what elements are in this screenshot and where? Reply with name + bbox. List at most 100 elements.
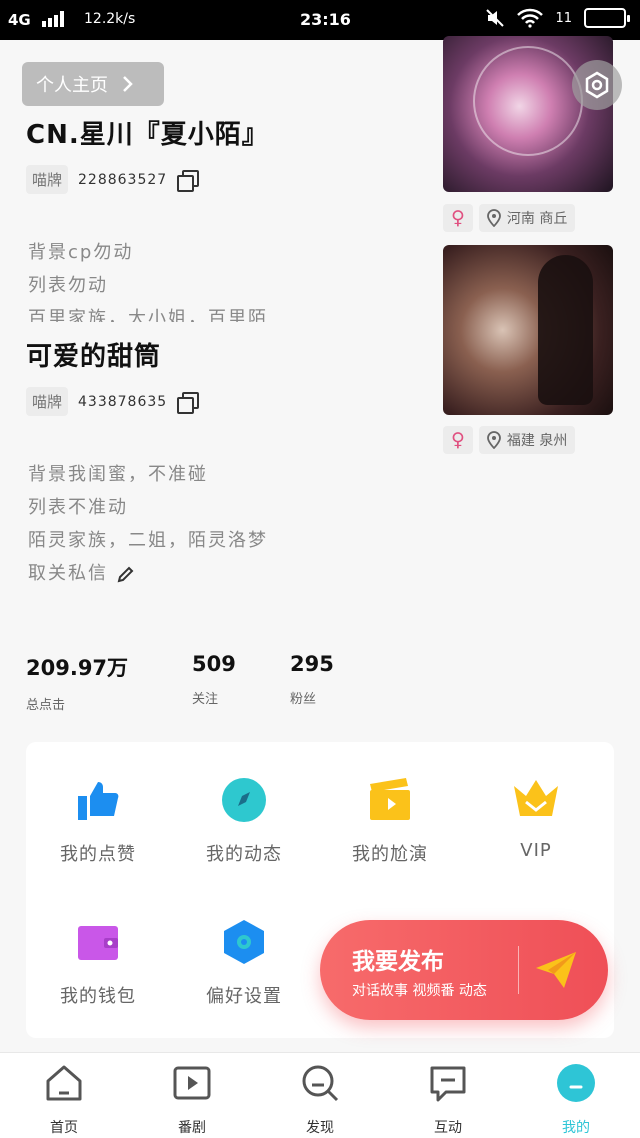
stat-value: 509 <box>192 652 236 676</box>
hexagon-settings-icon <box>585 71 609 99</box>
location-text: 河南 商丘 <box>506 211 568 227</box>
location-chip: 福建 泉州 <box>478 426 576 454</box>
paper-plane-icon <box>536 952 576 988</box>
figure-silhouette <box>538 255 593 405</box>
mute-icon <box>486 9 505 27</box>
bio-line: 百里家族，大小姐，百里陌 <box>28 308 268 322</box>
stat-followers[interactable]: 295 粉丝 <box>290 652 334 707</box>
bio-line-with-icon: 取关私信 <box>28 557 268 590</box>
profile-block-1: CN.星川『夏小陌』 喵牌 228863527 <box>26 114 269 194</box>
tab-label: 首页 <box>50 1120 78 1136</box>
bottom-tab-bar: 首页 番剧 发现 互动 我的 <box>0 1052 640 1138</box>
profile-name: CN.星川『夏小陌』 <box>26 120 269 150</box>
preferences-button[interactable]: 偏好设置 <box>174 918 314 1008</box>
tab-discover[interactable]: 发现 <box>280 1063 360 1137</box>
feature-label: 我的动态 <box>206 844 282 865</box>
profile-page: 个人主页 CN.星川『夏小陌』 喵牌 228863527 背景cp勿动 列表勿动… <box>0 36 640 1052</box>
clock: 23:16 <box>300 10 351 29</box>
profile-photo-1[interactable] <box>443 36 613 192</box>
profile-photo-2[interactable] <box>443 245 613 415</box>
bio-2: 背景我闺蜜，不准碰 列表不准动 陌灵家族，二姐，陌灵洛梦 取关私信 <box>28 458 268 590</box>
gender-badge: ♀ <box>443 426 473 454</box>
vip-button[interactable]: VIP <box>466 776 606 861</box>
profile-block-2: 可爱的甜筒 喵牌 433878635 <box>26 336 200 416</box>
network-type: 4G <box>8 11 31 29</box>
profile-info-row-2: ♀ 福建 泉州 <box>443 426 576 454</box>
wifi-icon <box>517 8 544 28</box>
location-pin-icon <box>487 209 501 227</box>
profile-name: 可爱的甜筒 <box>26 342 162 372</box>
compass-icon <box>222 778 266 822</box>
gender-badge: ♀ <box>443 204 473 232</box>
stat-value: 209.97万 <box>26 656 129 680</box>
publish-subtitle: 对话故事 视频番 动态 <box>352 983 487 999</box>
stat-total-clicks[interactable]: 209.97万 总点击 <box>26 652 128 713</box>
stats-row: 209.97万 总点击 509 关注 295 粉丝 <box>26 652 386 713</box>
bio-1: 背景cp勿动 列表勿动 百里家族，大小姐，百里陌 <box>28 236 268 322</box>
edit-pencil-icon[interactable] <box>116 564 136 584</box>
my-performance-button[interactable]: 我的尬演 <box>320 776 460 866</box>
stat-label: 粉丝 <box>290 692 317 707</box>
battery-icon <box>584 8 630 28</box>
search-icon <box>302 1065 339 1102</box>
id-tag: 喵牌 <box>26 387 69 416</box>
feature-label: 偏好设置 <box>206 986 282 1007</box>
publish-divider <box>518 946 519 994</box>
home-button-label: 个人主页 <box>36 75 108 96</box>
profile-info-row-1: ♀ 河南 商丘 <box>443 204 576 232</box>
crown-icon <box>514 780 558 816</box>
battery-level: 11 <box>555 10 572 26</box>
stat-label: 关注 <box>192 692 219 707</box>
my-posts-button[interactable]: 我的动态 <box>174 776 314 866</box>
id-row: 喵牌 228863527 <box>26 165 269 194</box>
play-icon <box>173 1066 211 1100</box>
feature-label: 我的点赞 <box>60 844 136 865</box>
wallet-icon <box>78 926 118 960</box>
personal-home-button[interactable]: 个人主页 <box>22 62 164 106</box>
location-pin-icon <box>487 431 501 449</box>
feature-label: 我的尬演 <box>352 844 428 865</box>
publish-title: 我要发布 <box>352 949 444 975</box>
user-id: 228863527 <box>78 171 168 188</box>
copy-icon[interactable] <box>177 391 200 414</box>
my-wallet-button[interactable]: 我的钱包 <box>28 918 168 1008</box>
feature-label: VIP <box>520 840 552 861</box>
copy-icon[interactable] <box>177 169 200 192</box>
my-likes-button[interactable]: 我的点赞 <box>28 776 168 866</box>
tab-interaction[interactable]: 互动 <box>408 1063 488 1137</box>
profile-icon <box>557 1064 595 1102</box>
tab-label: 我的 <box>562 1120 590 1136</box>
chevron-right-icon <box>123 76 133 92</box>
hexagon-settings-icon <box>224 920 264 964</box>
tab-me[interactable]: 我的 <box>536 1063 616 1137</box>
network-speed: 12.2k/s <box>84 11 136 27</box>
home-icon <box>46 1065 82 1101</box>
tab-label: 发现 <box>306 1120 334 1136</box>
tab-home[interactable]: 首页 <box>24 1063 104 1137</box>
user-id: 433878635 <box>78 393 168 410</box>
tab-anime[interactable]: 番剧 <box>152 1063 232 1137</box>
bio-line: 列表勿动 <box>28 275 108 296</box>
tab-label: 番剧 <box>178 1120 206 1136</box>
bio-line: 陌灵家族，二姐，陌灵洛梦 <box>28 530 268 551</box>
id-tag: 喵牌 <box>26 165 69 194</box>
signal-icon <box>42 11 64 27</box>
tab-label: 互动 <box>434 1120 462 1136</box>
bio-line: 列表不准动 <box>28 497 128 518</box>
feature-label: 我的钱包 <box>60 986 136 1007</box>
chat-icon <box>430 1066 466 1102</box>
publish-button[interactable]: 我要发布 对话故事 视频番 动态 <box>320 920 608 1020</box>
id-row: 喵牌 433878635 <box>26 387 200 416</box>
settings-button[interactable] <box>572 60 622 110</box>
bio-line: 背景cp勿动 <box>28 242 134 263</box>
decoration-ring <box>473 46 583 156</box>
status-bar: 4G 12.2k/s 23:16 11 <box>0 0 640 40</box>
thumbs-up-icon <box>78 782 119 820</box>
stat-value: 295 <box>290 652 334 676</box>
clapperboard-icon <box>370 778 410 820</box>
bio-line: 背景我闺蜜，不准碰 <box>28 464 208 485</box>
stat-following[interactable]: 509 关注 <box>192 652 236 707</box>
stat-label: 总点击 <box>26 698 66 713</box>
bio-line: 取关私信 <box>28 563 108 584</box>
location-text: 福建 泉州 <box>506 433 568 449</box>
